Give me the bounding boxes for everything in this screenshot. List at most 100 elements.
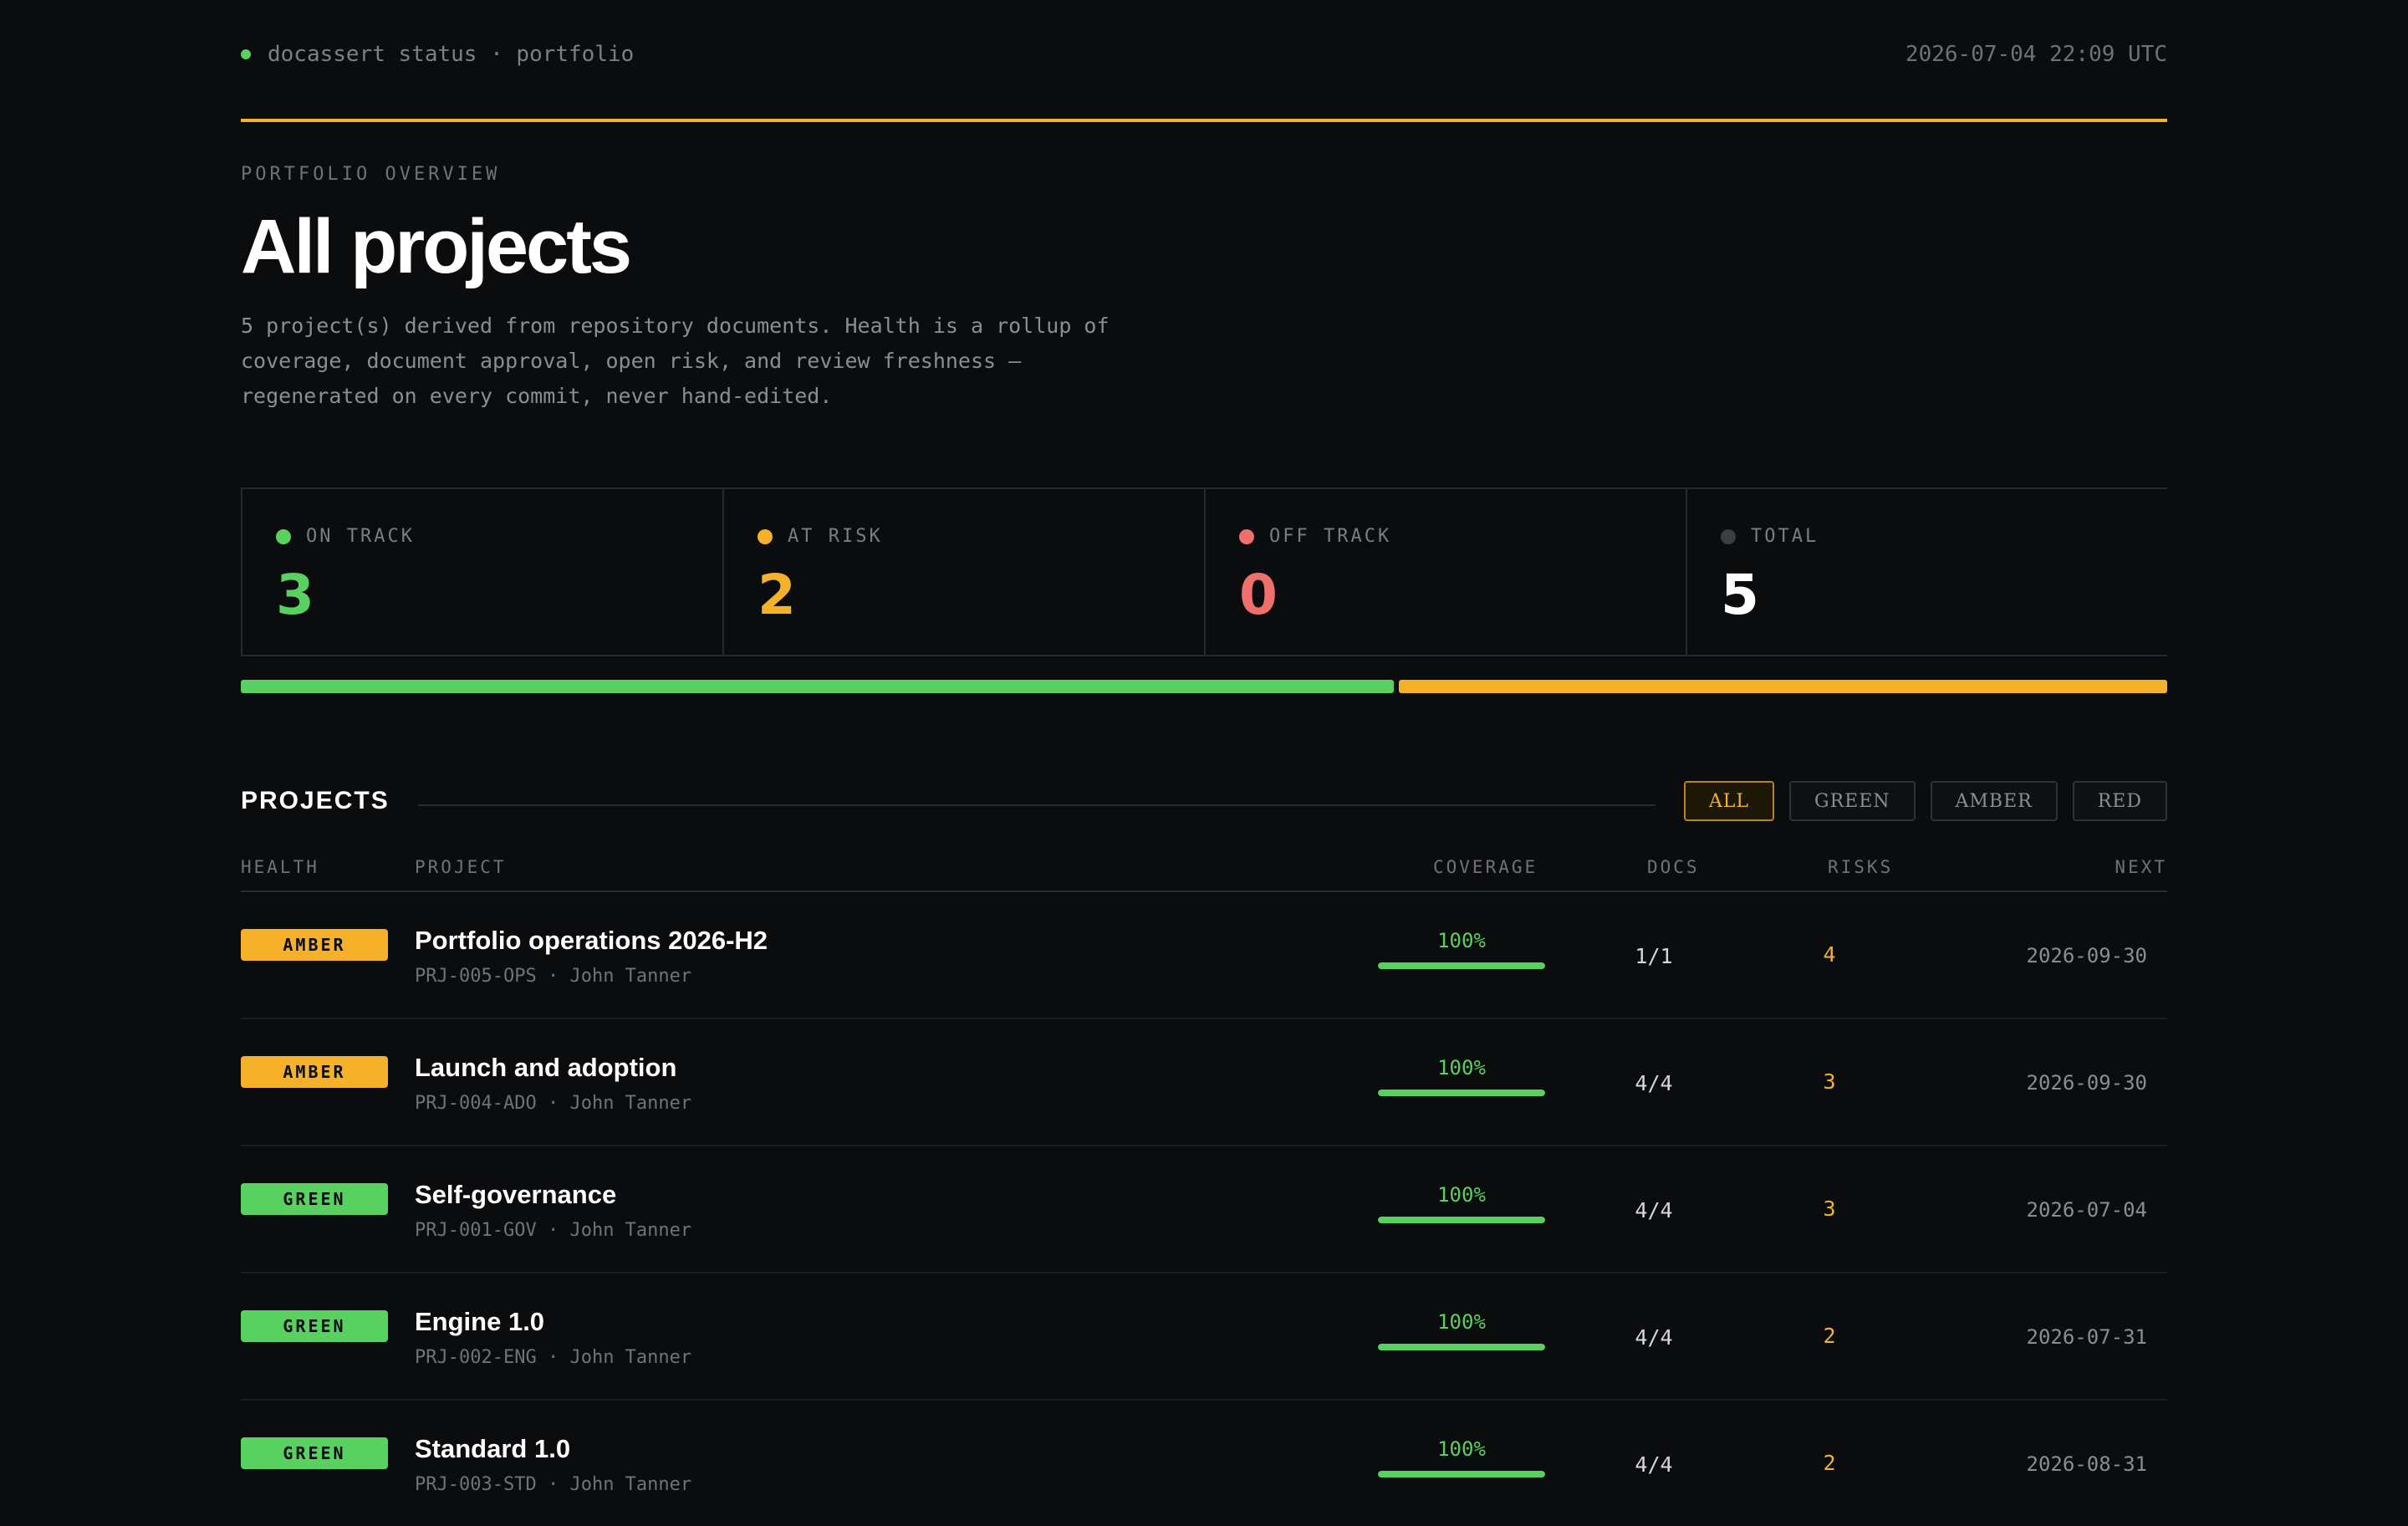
health-bar-segment-green	[241, 680, 1394, 693]
risks-count: 2	[1823, 1324, 1836, 1348]
health-bar-segment-amber	[1398, 680, 2167, 693]
coverage-bar-fill	[1378, 1217, 1545, 1223]
docs-count: 4/4	[1635, 1071, 1673, 1095]
stat-value: 5	[1721, 563, 1759, 627]
project-name[interactable]: Standard 1.0	[415, 1434, 570, 1464]
health-badge: AMBER	[241, 929, 388, 961]
stat-label: OFF TRACK	[1269, 526, 1392, 547]
table-row[interactable]: GREEN Self-governance PRJ-001-GOV · John…	[241, 1146, 2167, 1273]
coverage-bar-fill	[1378, 962, 1545, 969]
table-row[interactable]: GREEN Standard 1.0 PRJ-003-STD · John Ta…	[241, 1401, 2167, 1526]
table-row[interactable]: AMBER Portfolio operations 2026-H2 PRJ-0…	[241, 892, 2167, 1019]
health-badge: GREEN	[241, 1310, 388, 1342]
project-owner: John Tanner	[569, 966, 692, 987]
project-id: PRJ-002-ENG	[415, 1347, 537, 1368]
page: docassert status · portfolio 2026-07-04 …	[241, 0, 2167, 1526]
brand-label: docassert status · portfolio	[268, 42, 635, 67]
projects-header: PROJECTS ALL GREEN AMBER RED	[241, 780, 2167, 822]
coverage-bar-fill	[1378, 1471, 1545, 1478]
health-badge: GREEN	[241, 1437, 388, 1469]
coverage-value: 100%	[1437, 929, 1486, 952]
project-id: PRJ-003-STD	[415, 1474, 537, 1495]
filter-green-button[interactable]: GREEN	[1789, 781, 1916, 821]
coverage-value: 100%	[1437, 1183, 1486, 1207]
docs-count: 4/4	[1635, 1325, 1673, 1350]
coverage-cell: 100%	[1378, 1056, 1545, 1096]
project-name[interactable]: Self-governance	[415, 1180, 616, 1210]
column-next[interactable]: NEXT	[2115, 857, 2167, 877]
project-name[interactable]: Launch and adoption	[415, 1053, 676, 1083]
project-meta: PRJ-002-ENG · John Tanner	[415, 1347, 692, 1368]
coverage-bar-fill	[1378, 1344, 1545, 1350]
next-date: 2026-07-31	[2026, 1325, 2148, 1349]
project-name[interactable]: Portfolio operations 2026-H2	[415, 926, 768, 956]
project-meta: PRJ-004-ADO · John Tanner	[415, 1093, 692, 1114]
project-meta: PRJ-005-OPS · John Tanner	[415, 966, 692, 987]
health-filters: ALL GREEN AMBER RED	[1683, 781, 2167, 821]
project-owner: John Tanner	[569, 1347, 692, 1368]
project-owner: John Tanner	[569, 1220, 692, 1241]
off-track-dot-icon	[1239, 528, 1254, 544]
table-row[interactable]: AMBER Launch and adoption PRJ-004-ADO · …	[241, 1019, 2167, 1146]
projects-table: AMBER Portfolio operations 2026-H2 PRJ-0…	[241, 892, 2167, 1526]
page-description: 5 project(s) derived from repository doc…	[241, 314, 1110, 408]
next-date: 2026-07-04	[2026, 1198, 2148, 1222]
filter-red-button[interactable]: RED	[2072, 781, 2167, 821]
project-owner: John Tanner	[569, 1093, 692, 1114]
total-dot-icon	[1721, 528, 1736, 544]
coverage-value: 100%	[1437, 1437, 1486, 1461]
on-track-dot-icon	[276, 528, 291, 544]
column-project[interactable]: PROJECT	[415, 857, 507, 877]
column-health[interactable]: HEALTH	[241, 857, 319, 877]
coverage-bar	[1378, 1217, 1545, 1223]
stat-label: TOTAL	[1751, 526, 1819, 547]
health-badge: GREEN	[241, 1183, 388, 1215]
section-title: PROJECTS	[241, 787, 390, 814]
stat-card-off-track: OFF TRACK 0	[1206, 489, 1687, 655]
coverage-cell: 100%	[1378, 1437, 1545, 1478]
project-id: PRJ-004-ADO	[415, 1093, 537, 1114]
generated-timestamp: 2026-07-04 22:09 UTC	[1905, 42, 2167, 67]
project-name[interactable]: Engine 1.0	[415, 1307, 544, 1337]
filter-all-button[interactable]: ALL	[1683, 781, 1774, 821]
stat-value: 3	[276, 563, 314, 627]
column-risks[interactable]: RISKS	[1828, 857, 1893, 877]
brand[interactable]: docassert status · portfolio	[241, 42, 634, 67]
coverage-cell: 100%	[1378, 929, 1545, 969]
coverage-value: 100%	[1437, 1310, 1486, 1334]
project-id: PRJ-005-OPS	[415, 966, 537, 987]
column-coverage[interactable]: COVERAGE	[1433, 857, 1538, 877]
coverage-cell: 100%	[1378, 1183, 1545, 1223]
project-id: PRJ-001-GOV	[415, 1220, 537, 1241]
stat-card-at-risk: AT RISK 2	[724, 489, 1206, 655]
eyebrow: PORTFOLIO OVERVIEW	[241, 164, 501, 185]
coverage-bar	[1378, 962, 1545, 969]
risks-count: 3	[1823, 1069, 1836, 1094]
docs-count: 1/1	[1635, 944, 1673, 968]
project-meta: PRJ-001-GOV · John Tanner	[415, 1220, 692, 1241]
next-date: 2026-09-30	[2026, 1071, 2148, 1095]
project-meta: PRJ-003-STD · John Tanner	[415, 1474, 692, 1495]
table-header: HEALTH PROJECT COVERAGE DOCS RISKS NEXT	[241, 847, 2167, 892]
coverage-bar	[1378, 1090, 1545, 1096]
filter-amber-button[interactable]: AMBER	[1930, 781, 2058, 821]
health-badge: AMBER	[241, 1056, 388, 1088]
risks-count: 4	[1823, 942, 1836, 967]
coverage-bar-fill	[1378, 1090, 1545, 1096]
docs-count: 4/4	[1635, 1198, 1673, 1222]
next-date: 2026-08-31	[2026, 1452, 2148, 1476]
stat-value: 0	[1239, 563, 1278, 627]
docs-count: 4/4	[1635, 1452, 1673, 1477]
next-date: 2026-09-30	[2026, 944, 2148, 967]
section-divider	[417, 804, 1656, 806]
column-docs[interactable]: DOCS	[1647, 857, 1700, 877]
status-dot-icon	[241, 49, 251, 59]
page-title: All projects	[241, 204, 632, 289]
stat-value: 2	[758, 563, 796, 627]
risks-count: 2	[1823, 1451, 1836, 1475]
project-owner: John Tanner	[569, 1474, 692, 1495]
coverage-cell: 100%	[1378, 1310, 1545, 1350]
stat-cards: ON TRACK 3 AT RISK 2 OFF TRACK 0 TOTAL 5	[241, 487, 2167, 656]
table-row[interactable]: GREEN Engine 1.0 PRJ-002-ENG · John Tann…	[241, 1273, 2167, 1401]
stat-card-on-track: ON TRACK 3	[242, 489, 724, 655]
